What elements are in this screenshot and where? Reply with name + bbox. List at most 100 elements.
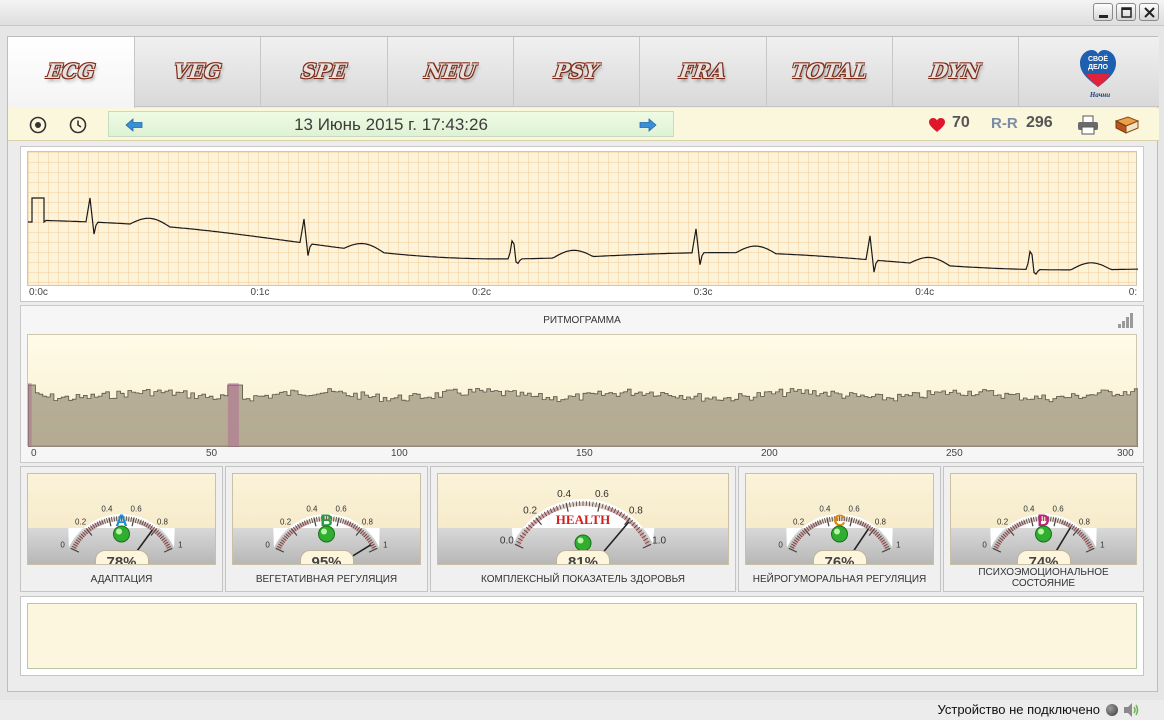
minimize-icon: [1099, 15, 1108, 18]
tab-psy[interactable]: PSY: [514, 37, 640, 107]
speaker-icon[interactable]: [1122, 702, 1140, 718]
tab-ecg[interactable]: ECG: [8, 37, 135, 108]
gauge-label: АДАПТАЦИЯ: [90, 574, 153, 585]
gauge-face: 0 0.2 0.4 0.6 0.8 1 C 76%: [745, 473, 934, 565]
rhythmogram-tick-label: 0: [31, 448, 37, 459]
gauge-neurohumoral: 0 0.2 0.4 0.6 0.8 1 C 76% НЕЙРОГУМОРАЛЬНАЯ РЕГ…: [738, 466, 941, 592]
gauge-letter: HEALTH: [556, 512, 610, 527]
gauge-status-led-icon: [831, 525, 848, 543]
heart-icon: [929, 118, 945, 132]
gauge-label-line: СОСТОЯНИЕ: [1011, 578, 1076, 589]
gauge-face: 0.0 0.2 0.4 0.6 0.8 1.0 HEALTH 81%: [437, 473, 729, 565]
gauge-scale-label: 0.6: [595, 489, 609, 500]
status-bar: Устройство не подключено: [0, 700, 1164, 720]
tab-dyn[interactable]: DYN: [893, 37, 1019, 107]
tab-total[interactable]: TOTAL: [767, 37, 893, 107]
gauge-label-line: ПСИХОЭМОЦИОНАЛЬНОЕ: [978, 567, 1109, 578]
gauge-label: ПСИХОЭМОЦИОНАЛЬНОЕ СОСТОЯНИЕ: [944, 567, 1143, 589]
history-icon[interactable]: [68, 115, 88, 135]
gauge-scale-label: 0.6: [849, 505, 861, 514]
gauge-scale-label: 0: [778, 541, 783, 550]
gauge-scale-label: 0.8: [157, 517, 169, 526]
ecg-tick-label: 0:1c: [250, 287, 270, 298]
gauge-percent: 74%: [1016, 550, 1071, 564]
gauge-percent: 76%: [812, 550, 867, 564]
device-status-text: Устройство не подключено: [937, 702, 1100, 717]
print-icon[interactable]: [1076, 115, 1100, 135]
gauge-adaptation: 0 0.2 0.4 0.6 0.8 1 A 78% АДАПТАЦИЯ: [20, 466, 223, 592]
gauge-face: 0 0.2 0.4 0.6 0.8 1 B 95%: [232, 473, 421, 565]
recording-date: 13 Июнь 2015 г. 17:43:26: [294, 115, 488, 134]
gauge-scale-label: 0.2: [75, 517, 87, 526]
bar-chart-icon[interactable]: [1117, 311, 1135, 329]
gauge-scale-label: 0.4: [306, 505, 318, 514]
tab-label: TOTAL: [789, 59, 870, 83]
gauge-scale-label: 0.4: [819, 505, 831, 514]
toolbar: 13 Июнь 2015 г. 17:43:26 70 R-R 296: [8, 108, 1159, 141]
title-bar: [0, 0, 1164, 26]
rhythmogram-tick-label: 250: [946, 448, 963, 459]
gauge-scale-label: 0.2: [523, 506, 537, 517]
gauge-vegetative: 0 0.2 0.4 0.6 0.8 1 B 95% ВЕГЕТАТИВНАЯ РЕГУЛЯЦ…: [225, 466, 428, 592]
tab-fra[interactable]: FRA: [640, 37, 767, 107]
notes-area[interactable]: [27, 603, 1137, 669]
gauge-status-led-highlight: [577, 537, 584, 544]
gauge-percent: 95%: [299, 550, 354, 564]
gauge-label: ВЕГЕТАТИВНАЯ РЕГУЛЯЦИЯ: [255, 574, 398, 585]
gauge-scale-label: 0: [265, 541, 270, 550]
tab-spe[interactable]: SPE: [261, 37, 388, 107]
gauge-face: 0 0.2 0.4 0.6 0.8 1 D 74%: [950, 473, 1137, 565]
tab-label: PSY: [552, 59, 601, 83]
minimize-button[interactable]: [1093, 3, 1113, 21]
gauge-scale-label: 0.4: [101, 505, 113, 514]
rr-label: R-R: [991, 115, 1018, 132]
gauge-scale-label: 0: [982, 541, 987, 550]
gauge-label: КОМПЛЕКСНЫЙ ПОКАЗАТЕЛЬ ЗДОРОВЬЯ: [481, 574, 685, 585]
rhythmogram-tick-label: 200: [761, 448, 778, 459]
tab-neu[interactable]: NEU: [388, 37, 514, 107]
maximize-icon: [1121, 7, 1132, 18]
rhythmogram-area: [28, 384, 1138, 447]
gauge-scale-label: 0.2: [793, 517, 805, 526]
ecg-tick-label: 0:0c: [29, 287, 48, 298]
gauge-label: НЕЙРОГУМОРАЛЬНАЯ РЕГУЛЯЦИЯ: [752, 574, 927, 585]
gauge-scale-label: 0.8: [1079, 517, 1091, 526]
tab-label: ECG: [45, 59, 97, 83]
logo-text: СВОЁ: [1088, 55, 1108, 63]
rr-value: 296: [1026, 114, 1053, 131]
tab-label: NEU: [423, 59, 478, 83]
logo-text: Начни: [1089, 91, 1110, 99]
gauge-face: 0 0.2 0.4 0.6 0.8 1 A 78%: [27, 473, 216, 565]
record-icon[interactable]: [28, 115, 48, 135]
next-arrow-icon[interactable]: [639, 117, 657, 133]
book-icon[interactable]: [1114, 115, 1140, 135]
gauge-scale-label: 0.8: [362, 517, 374, 526]
brand-logo[interactable]: СВОЁ ДЕЛО Начни: [1076, 47, 1120, 99]
close-button[interactable]: [1139, 3, 1159, 21]
rhythmogram-tick-label: 300: [1117, 448, 1134, 459]
main-panel: ECG VEG SPE NEU PSY FRA TOTAL DYN СВОЁ Д…: [7, 36, 1159, 692]
maximize-button[interactable]: [1116, 3, 1136, 21]
gauge-status-led-highlight: [1038, 528, 1044, 535]
gauge-scale-label: 1: [383, 541, 388, 550]
gauge-scale-label: 1: [1100, 541, 1105, 550]
gauge-scale-label: 0.8: [629, 506, 643, 517]
gauge-status-led-icon: [1035, 525, 1052, 543]
gauge-scale-label: 0: [60, 541, 65, 550]
gauge-scale-label: 0.8: [875, 517, 887, 526]
logo-text: ДЕЛО: [1088, 64, 1109, 71]
ecg-tick-label: 0:: [1128, 287, 1138, 298]
gauge-scale-label: 0.2: [280, 517, 292, 526]
gauge-status-led-icon: [574, 534, 592, 552]
gauge-status-led-icon: [318, 525, 335, 543]
gauge-scale-label: 0.0: [500, 536, 514, 547]
tab-veg[interactable]: VEG: [135, 37, 261, 107]
tab-label: FRA: [678, 59, 728, 83]
ecg-panel: 0:0c 0:1c 0:2c 0:3c 0:4c 0:: [20, 146, 1144, 302]
gauge-scale-label: 0.6: [336, 505, 348, 514]
gauge-scale-label: 1.0: [652, 536, 666, 547]
gauge-scale-label: 0.4: [557, 489, 571, 500]
gauge-scale-label: 0.6: [1053, 505, 1065, 514]
gauge-health: 0.0 0.2 0.4 0.6 0.8 1.0 HEALTH 81% КОМПЛЕКСНЫЙ…: [430, 466, 736, 592]
rhythmogram-tick-label: 100: [391, 448, 408, 459]
